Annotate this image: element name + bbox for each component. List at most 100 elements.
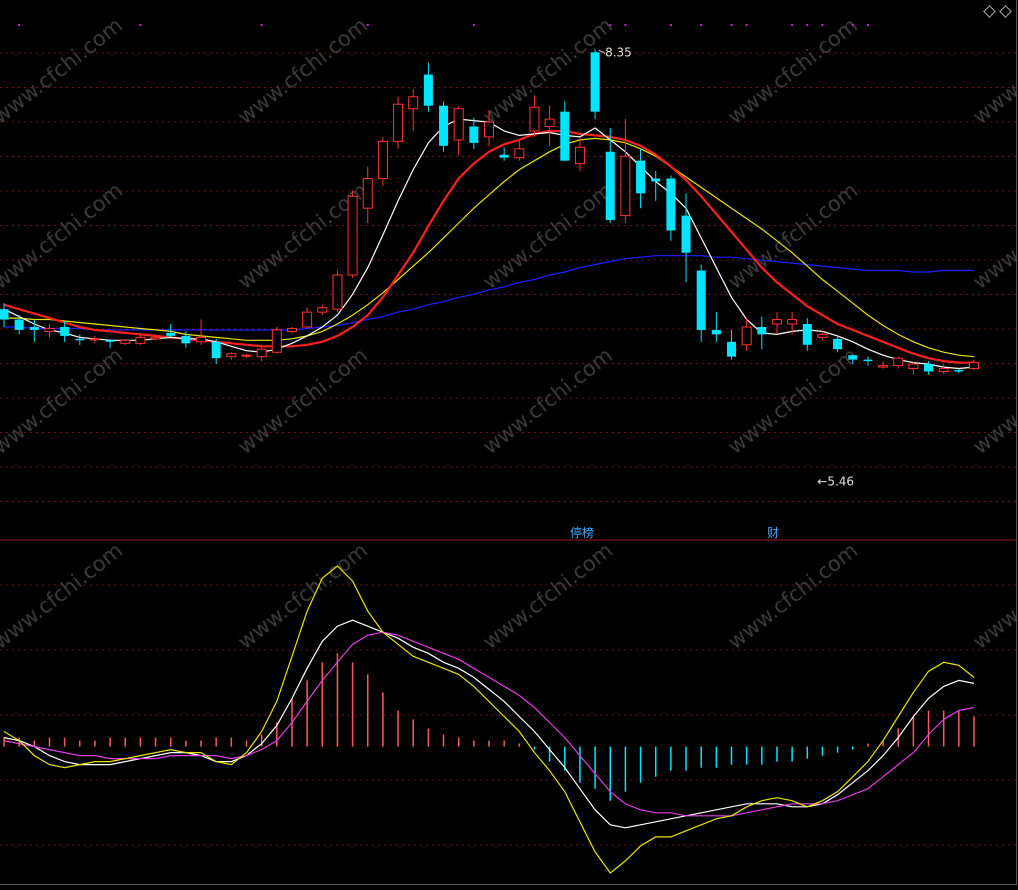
watermark-text: www.cfchi.com [0, 178, 127, 294]
candle-body-down [499, 154, 509, 158]
candle-body-up [574, 146, 585, 165]
candle-body-up [377, 140, 388, 179]
chart-stage: www.cfchi.com www.cfchi.com www.cfchi.com w… [0, 0, 1018, 886]
candle-body-down [560, 111, 570, 161]
candle-body-up [408, 96, 419, 110]
price-label: ←5.46 [817, 474, 854, 488]
candle-body-up [787, 319, 798, 325]
top-marker [260, 24, 263, 26]
candle-body-down [681, 215, 691, 253]
candle-body-down [439, 105, 449, 146]
macd-dea-line [3, 631, 975, 817]
candle-body-up [514, 148, 525, 159]
candle-body-down [863, 359, 873, 362]
top-marker [745, 24, 748, 26]
watermark-text: www.cfchi.com [723, 343, 862, 459]
candle-body-up [938, 368, 949, 373]
candle-body-up [44, 327, 55, 332]
candle-body-up [817, 333, 828, 338]
watermark-text: www.cfchi.com [478, 343, 617, 459]
top-marker [18, 24, 21, 26]
candle-body-up [286, 327, 297, 332]
candle-body-up [741, 326, 752, 346]
candle-body-down [636, 160, 646, 194]
candle-body-down [833, 338, 843, 350]
candle-body-down [590, 52, 600, 112]
grid-lines [0, 52, 1016, 846]
candle-body-down [0, 309, 9, 320]
top-marker [139, 24, 142, 26]
candle-body-up [620, 155, 631, 217]
candle-body-down [954, 370, 964, 372]
candle-body-down [757, 326, 767, 335]
candle-body-up [120, 339, 131, 344]
candle-body-up [347, 195, 358, 276]
candle-body-up [256, 348, 267, 358]
candle-body-down [14, 319, 24, 330]
macd-dif-line [3, 565, 975, 874]
candle-body-up [241, 354, 252, 357]
candle-body-up [317, 307, 328, 313]
candle-body-down [711, 329, 721, 335]
watermark-text: www.cfchi.com [0, 343, 127, 459]
top-marker [472, 24, 475, 26]
watermark-text: www.cfchi.com [233, 343, 372, 459]
candle-body-up [484, 121, 494, 138]
candle-body-down [423, 74, 433, 106]
candle-body-down [211, 341, 221, 359]
candle-body-up [332, 274, 343, 310]
watermark-text: www.cfchi.com [478, 538, 617, 654]
candle-body-up [135, 336, 146, 344]
candle-body-down [651, 178, 661, 182]
macd-panel [3, 565, 975, 874]
candle-body-up [150, 336, 161, 340]
watermark-text: www.cfchi.com [968, 13, 1018, 129]
candle-body-down [727, 341, 736, 357]
candle-body-down [924, 364, 934, 372]
candle-body-down [696, 270, 706, 330]
stock-chart: www.cfchi.com www.cfchi.com www.cfchi.com w… [0, 13, 1018, 874]
candle-body-up [226, 353, 237, 358]
top-marker [851, 24, 854, 26]
event-badge: 停榜 [570, 525, 594, 540]
ma20-line [4, 137, 975, 358]
watermark-text: www.cfchi.com [723, 178, 862, 294]
candle-body-down [166, 332, 176, 336]
top-marker [624, 24, 627, 26]
event-badge: 财 [767, 526, 779, 540]
candle-body-down [605, 151, 615, 221]
watermark-text: www.cfchi.com [723, 13, 862, 129]
candle-body-down [469, 126, 479, 143]
top-marker [609, 24, 612, 26]
candle-body-down [75, 338, 85, 341]
watermark-text: www.cfchi.com [0, 13, 127, 129]
candle-body-down [29, 326, 39, 330]
candle-body-up [362, 177, 373, 209]
candle-body-down [802, 324, 812, 345]
candle-body-up [196, 336, 207, 343]
candle-body-up [271, 329, 282, 353]
candle-body-up [529, 106, 540, 132]
watermark-layer: www.cfchi.com www.cfchi.com www.cfchi.com w… [0, 13, 1018, 654]
candle-body-up [771, 319, 782, 325]
candle-body-down [181, 335, 191, 344]
top-marker [366, 24, 369, 26]
candle-body-up [89, 338, 100, 341]
candle-body-up [393, 103, 404, 142]
candle-body-up [544, 118, 555, 128]
watermark-text: www.cfchi.com [968, 178, 1018, 294]
top-marker [806, 24, 809, 26]
top-marker [730, 24, 733, 26]
watermark-text: www.cfchi.com [0, 538, 127, 654]
top-marker [791, 24, 794, 26]
candle-body-down [666, 178, 676, 231]
ma10-line [3, 129, 974, 364]
candle-body-up [453, 108, 464, 141]
watermark-text: www.cfchi.com [233, 13, 372, 129]
top-marker [821, 24, 824, 26]
candle-body-up [893, 357, 904, 367]
watermark-text: www.cfchi.com [968, 343, 1018, 459]
candle-body-down [105, 340, 115, 342]
watermark-text: www.cfchi.com [723, 538, 862, 654]
top-marker [866, 24, 869, 26]
